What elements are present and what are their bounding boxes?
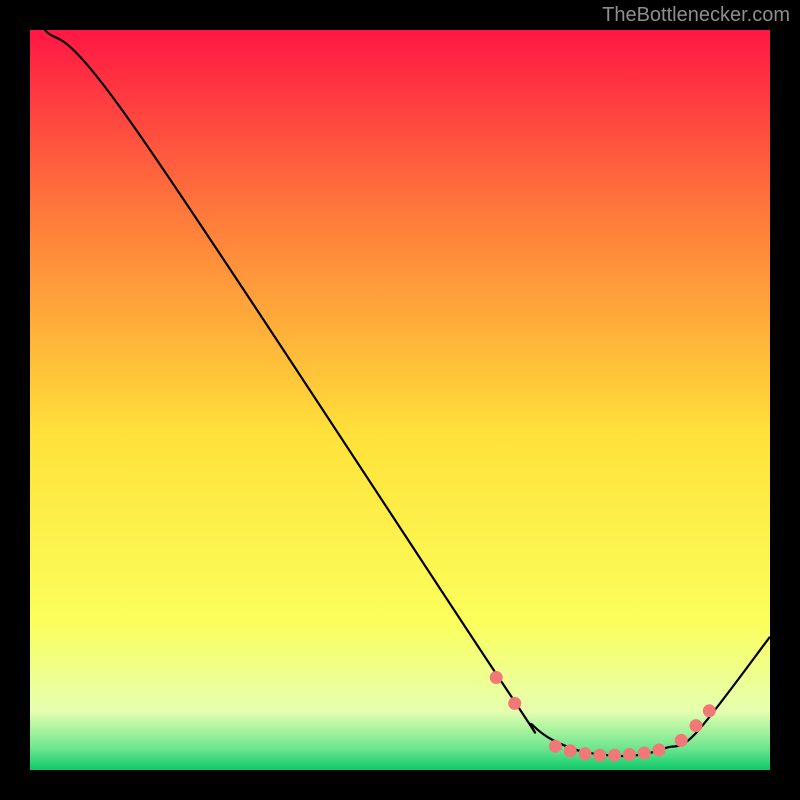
data-marker	[703, 704, 716, 717]
data-marker	[490, 671, 503, 684]
data-marker	[593, 749, 606, 762]
data-marker	[508, 697, 521, 710]
data-marker	[579, 747, 592, 760]
attribution-text: TheBottlenecker.com	[602, 4, 790, 27]
data-marker	[608, 749, 621, 762]
data-marker	[653, 744, 666, 757]
data-marker	[623, 748, 636, 761]
data-marker	[690, 719, 703, 732]
data-marker	[549, 740, 562, 753]
chart-svg	[30, 30, 770, 770]
chart-container: TheBottlenecker.com	[0, 0, 800, 800]
plot-area	[30, 30, 770, 770]
data-marker	[638, 746, 651, 759]
data-marker	[564, 744, 577, 757]
data-marker	[675, 734, 688, 747]
gradient-background	[30, 30, 770, 770]
